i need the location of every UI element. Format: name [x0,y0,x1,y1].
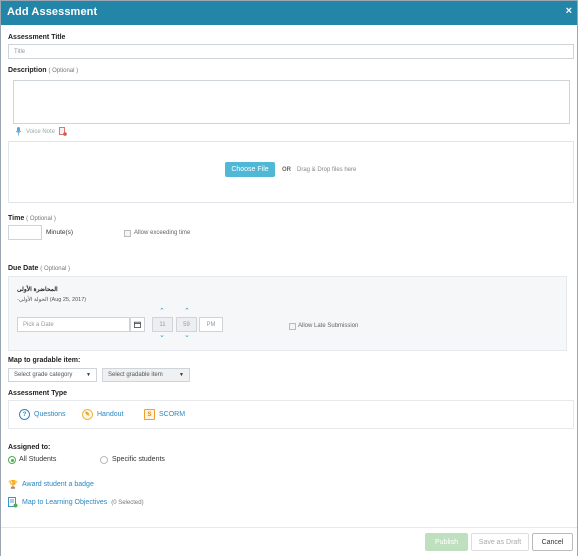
close-icon[interactable]: × [566,5,572,17]
due-date-label-text: Due Date [8,265,39,272]
microphone-icon [15,127,22,136]
assessment-title-input[interactable]: Title [8,44,574,59]
all-students-label: All Students [19,456,57,463]
grade-category-value: Select grade category [14,372,73,378]
allow-exceeding-time-checkbox[interactable] [124,230,131,237]
assessment-title-label: Assessment Title [8,34,66,41]
gradable-item-value: Select gradable item [108,372,163,378]
minute-field[interactable]: 59 [176,317,197,332]
or-text: OR [282,167,291,173]
time-label: Time ( Optional ) [8,215,56,222]
chevron-down-icon: ▼ [86,372,91,378]
minutes-unit-label: Minute(s) [46,229,74,236]
time-minutes-input[interactable] [8,225,42,240]
due-date-panel [8,276,567,351]
ampm-toggle[interactable]: PM [199,317,223,332]
description-optional: ( Optional ) [48,68,79,74]
attachment-icon[interactable] [59,127,67,136]
add-assessment-modal: Add Assessment × Assessment Title Title … [0,0,578,556]
minute-down-icon[interactable]: ⌄ [184,331,190,339]
description-textarea[interactable] [13,80,570,124]
description-label-text: Description [8,67,47,74]
calendar-icon[interactable] [130,317,145,332]
specific-students-label: Specific students [112,456,165,463]
allow-exceeding-time-label: Allow exceeding time [134,230,191,236]
assigned-to-label: Assigned to: [8,444,51,451]
objectives-selected-count: (0 Selected) [111,499,144,506]
learning-objectives-label: Map to Learning Objectives [22,499,108,506]
allow-late-submission-checkbox[interactable] [289,323,296,330]
award-badge-link[interactable]: 🏆 Award student a badge [8,480,94,489]
learning-objectives-link[interactable]: Map to Learning Objectives (0 Selected) [8,497,144,508]
handout-icon: ✎ [82,409,93,420]
hour-up-icon[interactable]: ⌃ [159,307,165,315]
save-as-draft-button[interactable]: Save as Draft [471,533,529,551]
gradable-item-select[interactable]: Select gradable item ▼ [102,368,190,382]
award-badge-label: Award student a badge [21,481,94,488]
due-date-optional: ( Optional ) [40,266,70,272]
choose-file-button[interactable]: Choose File [225,162,275,177]
question-icon: ? [19,409,30,420]
type-scorm[interactable]: S SCORM [144,409,185,420]
all-students-radio[interactable] [8,456,16,464]
lecture-subtitle: -الحولة الأولى (Aug 25, 2017) [17,297,87,303]
allow-late-submission-label: Allow Late Submission [298,323,359,329]
modal-header: Add Assessment × [1,1,577,25]
trophy-icon: 🏆 [8,480,18,489]
type-scorm-label: SCORM [159,411,186,418]
specific-students-radio[interactable] [100,456,108,464]
lecture-title: المحاضرة الأولى [17,287,58,293]
modal-title: Add Assessment [7,6,98,18]
type-handout[interactable]: ✎ Handout [82,409,123,420]
hour-down-icon[interactable]: ⌄ [159,331,165,339]
scorm-icon: S [144,409,155,420]
hour-field[interactable]: 11 [152,317,173,332]
voice-note-row[interactable]: Voice Note [15,127,67,136]
due-date-label: Due Date ( Optional ) [8,265,70,272]
type-questions-label: Questions [34,411,66,418]
publish-button[interactable]: Publish [425,533,468,551]
description-label: Description ( Optional ) [8,67,78,74]
drag-drop-hint: Drag & Drop files here [297,167,357,173]
pick-date-input[interactable]: Pick a Date [17,317,130,332]
learning-objectives-icon [8,497,18,508]
calendar-glyph-icon [134,321,141,328]
time-optional: ( Optional ) [26,216,56,222]
grade-category-select[interactable]: Select grade category ▼ [8,368,97,382]
voice-note-label: Voice Note [26,128,56,135]
type-questions[interactable]: ? Questions [19,409,66,420]
cancel-button[interactable]: Cancel [532,533,573,551]
assessment-type-label: Assessment Type [8,390,68,397]
file-drop-zone[interactable] [8,141,574,203]
type-handout-label: Handout [97,411,124,418]
time-label-text: Time [8,215,25,222]
minute-up-icon[interactable]: ⌃ [184,307,190,315]
chevron-down-icon: ▼ [179,372,184,378]
gradable-label: Map to gradable item: [8,357,81,364]
